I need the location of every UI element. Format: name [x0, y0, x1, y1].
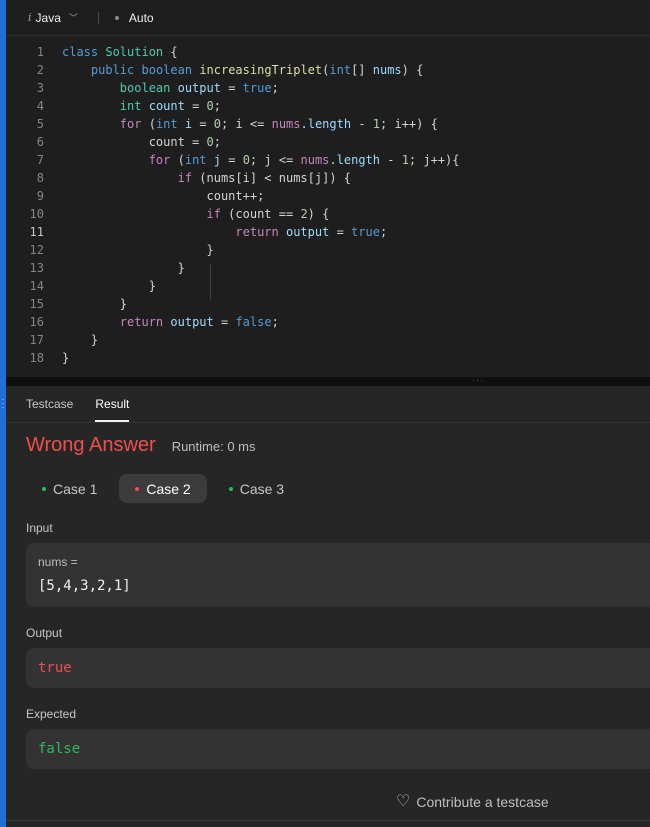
code-line-active: 11 return output = true;	[6, 223, 650, 241]
code-line: 1 class Solution {	[6, 43, 650, 61]
contribute-label: Contribute a testcase	[416, 794, 549, 810]
line-number: 18	[29, 351, 44, 365]
heart-icon: ♡	[396, 793, 411, 810]
line-number: 16	[29, 315, 44, 329]
indent-guide	[210, 264, 211, 300]
code-line: 13 }	[6, 259, 650, 277]
result-panel: Testcase Result Wrong Answer Runtime: 0 …	[6, 386, 650, 827]
case-tabs: Case 1 Case 2 Case 3	[26, 474, 300, 503]
case-passed-dot-icon	[228, 486, 233, 491]
line-number: 11	[29, 225, 44, 239]
input-box: nums = [5,4,3,2,1]	[26, 543, 650, 607]
line-number: 6	[36, 135, 44, 149]
line-number: 4	[36, 99, 44, 113]
case-tab-1[interactable]: Case 1	[26, 474, 113, 503]
code-line: 17 }	[6, 331, 650, 349]
verdict-text: Wrong Answer	[26, 434, 156, 456]
result-tabs: Testcase Result	[6, 386, 650, 423]
verdict-row: Wrong Answer Runtime: 0 ms	[26, 434, 256, 457]
auto-mode-label: Auto	[128, 10, 154, 25]
code-line: 5 for (int i = 0; i <= nums.length - 1; …	[6, 115, 650, 133]
tab-testcase[interactable]: Testcase	[26, 386, 73, 422]
code-editor[interactable]: i Java ﹀ Auto 1 class Solution { 2 public…	[6, 0, 650, 377]
line-number: 10	[29, 207, 44, 221]
tab-result[interactable]: Result	[95, 386, 130, 422]
case-failed-dot-icon	[135, 486, 140, 491]
case-label: Case 3	[239, 480, 285, 497]
code-line: 2 public boolean increasingTriplet(int[]…	[6, 61, 650, 79]
line-number: 5	[36, 117, 44, 131]
case-tab-2[interactable]: Case 2	[119, 474, 207, 503]
code-line: 4 int count = 0;	[6, 97, 650, 115]
code-line: 15 }	[6, 295, 650, 313]
status-dot-icon	[114, 15, 119, 20]
line-number: 7	[36, 153, 44, 167]
output-value: true	[38, 660, 72, 676]
code-line: 9 count++;	[6, 187, 650, 205]
code-line: 16 return output = false;	[6, 313, 650, 331]
line-number: 8	[36, 171, 44, 185]
resize-grip-icon[interactable]: ···	[472, 376, 484, 385]
runtime-text: Runtime: 0 ms	[171, 439, 256, 454]
bottom-divider	[6, 820, 650, 821]
language-selector[interactable]: i Java ﹀	[28, 11, 78, 25]
toolbar-divider	[97, 11, 99, 24]
chevron-down-icon: ﹀	[68, 13, 78, 23]
line-number: 1	[36, 45, 44, 59]
contribute-testcase-button[interactable]: ♡ Contribute a testcase	[396, 793, 549, 811]
code-line: 18}	[6, 349, 650, 367]
line-number: 9	[36, 189, 44, 203]
output-label: Output	[26, 626, 63, 640]
code-area[interactable]: 1 class Solution { 2 public boolean incre…	[6, 43, 650, 367]
code-line: 6 count = 0;	[6, 133, 650, 151]
code-line: 7 for (int j = 0; j <= nums.length - 1; …	[6, 151, 650, 169]
line-number: 12	[29, 243, 44, 257]
expected-label: Expected	[26, 707, 77, 721]
editor-toolbar: i Java ﹀ Auto	[6, 0, 650, 36]
expected-value: false	[38, 741, 81, 757]
line-number: 14	[29, 279, 44, 293]
case-tab-3[interactable]: Case 3	[213, 474, 300, 503]
case-label: Case 1	[53, 480, 98, 497]
input-value: [5,4,3,2,1]	[38, 578, 131, 594]
code-line: 8 if (nums[i] < nums[j]) {	[6, 169, 650, 187]
code-line: 3 boolean output = true;	[6, 79, 650, 97]
input-variable-name: nums =	[38, 555, 78, 569]
code-line: 12 }	[6, 241, 650, 259]
line-number: 2	[36, 63, 44, 77]
line-number: 15	[29, 297, 44, 311]
line-number: 17	[29, 333, 44, 347]
code-line: 10 if (count == 2) {	[6, 205, 650, 223]
input-label: Input	[26, 521, 53, 535]
expected-box: false	[26, 729, 650, 769]
language-label: Java	[35, 10, 61, 25]
auto-mode-toggle[interactable]: Auto	[114, 10, 154, 25]
language-info-icon: i	[28, 11, 32, 24]
panel-splitter[interactable]: ···	[6, 376, 650, 386]
line-number: 3	[36, 81, 44, 95]
output-box: true	[26, 648, 650, 688]
case-passed-dot-icon	[42, 486, 46, 491]
code-line: 14 }	[6, 277, 650, 295]
line-number: 13	[29, 261, 44, 275]
case-label: Case 2	[146, 480, 191, 497]
